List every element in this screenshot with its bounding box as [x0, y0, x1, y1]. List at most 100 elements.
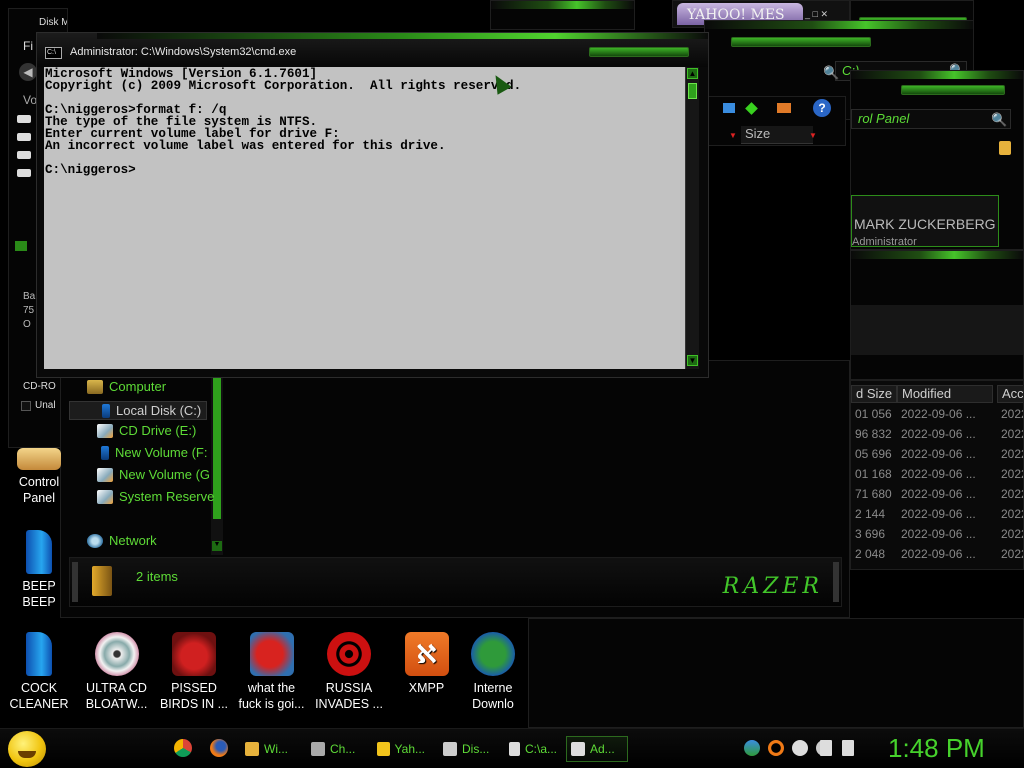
- icon-label: PISSED: [171, 681, 217, 695]
- scroll-left-arrow[interactable]: [15, 241, 27, 251]
- table-row[interactable]: 05 696 2022-09-06 ... 2022: [851, 447, 1023, 465]
- desktop-icon[interactable]: COCK CLEANER: [0, 632, 78, 712]
- table-row[interactable]: 2 048 2022-09-06 ... 2022: [851, 547, 1023, 565]
- lock-icon[interactable]: [999, 141, 1011, 155]
- background-window-right[interactable]: [850, 250, 1024, 380]
- xmpp-icon: ℵ: [404, 632, 449, 676]
- title-glow: [97, 33, 708, 39]
- table-cell: 2 144: [855, 507, 886, 521]
- background-window-top[interactable]: [490, 0, 635, 30]
- nav-item[interactable]: New Volume (G: [97, 467, 210, 482]
- user-name: MARK ZUCKERBERG: [854, 216, 996, 232]
- table-row[interactable]: 3 696 2022-09-06 ... 2022: [851, 527, 1023, 545]
- nav-scrollbar[interactable]: ▼: [211, 361, 223, 555]
- background-window-bottom[interactable]: [528, 618, 1024, 728]
- nav-item-label: New Volume (F:: [115, 445, 208, 460]
- window-controls-strip[interactable]: [731, 37, 871, 47]
- desktop-icon[interactable]: PISSED BIRDS IN ...: [155, 632, 233, 712]
- table-cell: 05 696: [855, 447, 892, 461]
- dropdown-arrow-icon[interactable]: ▼: [729, 131, 737, 140]
- disk-icon: [17, 115, 31, 123]
- desktop-icon-control-panel[interactable]: Control Panel: [0, 448, 78, 506]
- nav-item[interactable]: Computer: [87, 379, 166, 394]
- table-cell: 2022-09-06 ...: [901, 447, 976, 461]
- help-icon[interactable]: ?: [813, 99, 831, 117]
- icon-label: RUSSIA: [325, 681, 373, 695]
- volume-icon[interactable]: [842, 740, 854, 756]
- table-row[interactable]: 01 168 2022-09-06 ... 2022: [851, 467, 1023, 485]
- taskbar-button[interactable]: Dis...: [438, 736, 496, 762]
- cdrom-label: CD-RO: [23, 381, 56, 392]
- table-cell: 2022: [1001, 407, 1023, 421]
- explorer-window[interactable]: ▼ Computer Local Disk (C:) CD Drive (E:) Ne…: [60, 360, 850, 618]
- icon-label: Panel: [23, 491, 55, 505]
- desktop-icon-beep[interactable]: BEEP BEEP: [0, 530, 78, 610]
- minus-tray-icon[interactable]: [792, 740, 808, 756]
- scroll-thumb[interactable]: [688, 83, 697, 99]
- search-icon[interactable]: 🔍: [823, 65, 839, 81]
- taskbar-button-label: Dis...: [462, 742, 490, 756]
- control-panel-window[interactable]: rol Panel 🔍 MARK ZUCKERBERG Administrato…: [850, 70, 1024, 250]
- nav-scroll-down-arrow[interactable]: ▼: [212, 541, 222, 551]
- taskbar-button[interactable]: Ch...: [306, 736, 364, 762]
- taskbar-button[interactable]: C:\a...: [504, 736, 562, 762]
- table-row[interactable]: 96 832 2022-09-06 ... 2022: [851, 427, 1023, 445]
- window-controls-strip[interactable]: [901, 85, 1005, 95]
- window-top-glow: [491, 1, 634, 9]
- column-header-accessed[interactable]: Acc: [997, 385, 1023, 403]
- network-status-icon[interactable]: [820, 740, 832, 756]
- file-list[interactable]: d Size Modified Acc 01 056 2022-09-06 ...…: [850, 380, 1024, 570]
- desktop-icon[interactable]: ℵ XMPP: [388, 632, 466, 696]
- size-column-header[interactable]: Size: [741, 126, 813, 144]
- back-arrow-icon[interactable]: ◀: [19, 63, 37, 81]
- taskbar-button[interactable]: Ad...: [566, 736, 628, 762]
- table-row[interactable]: 01 056 2022-09-06 ... 2022: [851, 407, 1023, 425]
- taskbar-button[interactable]: Wi...: [240, 736, 298, 762]
- explorer-toolbar[interactable]: ? ▼ Size ▼: [706, 96, 846, 146]
- user-tile[interactable]: MARK ZUCKERBERG Administrator: [851, 195, 999, 248]
- console-scrollbar[interactable]: ▲ ▼: [685, 67, 699, 369]
- dropdown-arrow-icon[interactable]: ▼: [809, 131, 817, 140]
- volume-column-header[interactable]: Vo: [23, 93, 37, 107]
- table-row[interactable]: 71 680 2022-09-06 ... 2022: [851, 487, 1023, 505]
- yahoo-window-controls[interactable]: _ □ ✕: [805, 9, 828, 20]
- scroll-up-arrow[interactable]: ▲: [687, 68, 698, 79]
- cmd-icon[interactable]: C:\: [45, 47, 62, 59]
- column-header-size[interactable]: d Size: [851, 385, 897, 403]
- nav-item[interactable]: Local Disk (C:): [69, 401, 207, 420]
- cmd-title-bar[interactable]: C:\ Administrator: C:\Windows\System32\c…: [37, 33, 708, 67]
- control-panel-search-text: rol Panel: [858, 111, 910, 126]
- desktop-icon[interactable]: what the fuck is goi...: [233, 632, 311, 712]
- column-header-modified[interactable]: Modified: [897, 385, 993, 403]
- taskbar-button-label: C:\a...: [524, 742, 557, 756]
- control-panel-search[interactable]: rol Panel: [851, 109, 1011, 129]
- taskbar-button[interactable]: Yah...: [372, 736, 430, 762]
- nav-item[interactable]: CD Drive (E:): [97, 423, 196, 438]
- chrome-icon[interactable]: [174, 739, 192, 757]
- clock[interactable]: 1:48 PM: [888, 733, 985, 764]
- monitor-icon[interactable]: [723, 103, 735, 113]
- nav-item[interactable]: New Volume (F:: [97, 445, 207, 460]
- desktop-icon[interactable]: ULTRA CD BLOATW...: [78, 632, 156, 712]
- disk-icon: [17, 169, 31, 177]
- cmd-window[interactable]: C:\ Administrator: C:\Windows\System32\c…: [36, 32, 709, 378]
- menu-file[interactable]: Fi: [23, 39, 33, 53]
- icon-label: Downlo: [472, 697, 514, 711]
- start-button[interactable]: [8, 731, 46, 767]
- nav-item[interactable]: System Reserve: [97, 489, 214, 504]
- table-row[interactable]: 2 144 2022-09-06 ... 2022: [851, 507, 1023, 525]
- green-diamond-icon[interactable]: [745, 102, 758, 115]
- console-output[interactable]: Microsoft Windows [Version 6.1.7601] Copy…: [44, 67, 685, 369]
- desktop-icon[interactable]: Interne Downlo: [465, 632, 521, 712]
- cmd-window-controls[interactable]: [589, 47, 689, 57]
- desktop-icon[interactable]: RUSSIA INVADES ...: [310, 632, 388, 712]
- network-tray-icon[interactable]: [744, 740, 760, 756]
- scroll-down-arrow[interactable]: ▼: [687, 355, 698, 366]
- nav-item[interactable]: Network: [87, 533, 157, 548]
- search-icon[interactable]: 🔍: [991, 112, 1007, 128]
- search-tray-icon[interactable]: [768, 740, 784, 756]
- taskbar: Wi... Ch... Yah... Dis... C:\a... Ad... 1:48 …: [0, 728, 1024, 768]
- internet-download-manager-icon: [471, 632, 515, 676]
- folder-icon[interactable]: [777, 103, 791, 113]
- firefox-icon[interactable]: [210, 739, 228, 757]
